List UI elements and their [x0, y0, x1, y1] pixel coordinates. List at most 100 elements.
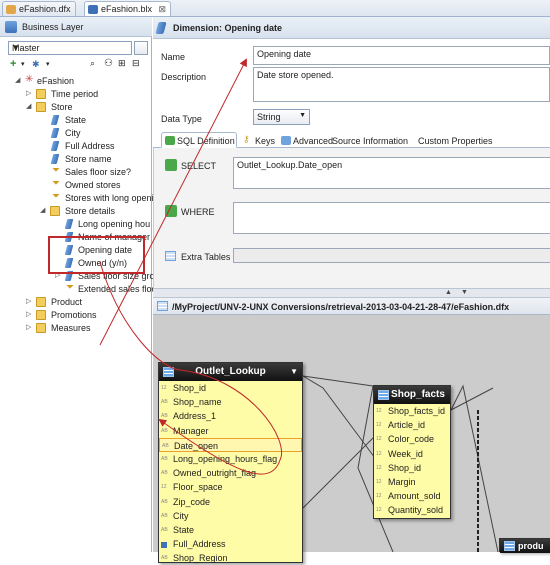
tree-item-label: State — [65, 115, 87, 125]
collapsed-arrow-icon[interactable]: ▷ — [26, 322, 34, 334]
dimension-icon — [50, 115, 60, 125]
collapsed-arrow-icon[interactable]: ▷ — [26, 296, 34, 308]
tab-custom-properties[interactable]: Custom Properties — [411, 132, 498, 148]
name-field[interactable]: Opening date — [253, 46, 550, 65]
column-name: City — [173, 510, 189, 521]
expand-icon[interactable]: ⊞ — [118, 58, 126, 69]
tab-label: Source Information — [332, 136, 409, 146]
select-label: SELECT — [181, 161, 217, 171]
selection-highlight — [48, 236, 145, 274]
column-row[interactable]: AB Manager — [159, 424, 302, 438]
table-produ[interactable]: produ — [499, 538, 550, 553]
universe-icon: ✳ — [25, 74, 34, 85]
extra-tables-field[interactable] — [233, 248, 550, 263]
column-row[interactable]: AB State — [159, 523, 302, 537]
layer-menu-button[interactable] — [134, 41, 148, 55]
table-shop-facts[interactable]: Shop_facts 12 Shop_facts_id 12 Article_id … — [373, 385, 451, 519]
tree-item-label: Store details — [65, 206, 116, 216]
column-row[interactable]: 12 Color_code — [374, 432, 450, 446]
close-icon[interactable]: ⊠ — [159, 4, 167, 14]
expanded-arrow-icon[interactable]: ◢ — [40, 205, 48, 217]
data-foundation-canvas[interactable]: /MyProject/UNV-2-UNX Conversions/retriev… — [153, 298, 550, 563]
column-row[interactable]: AB Zip_code — [159, 495, 302, 509]
tab-efashion-blx[interactable]: eFashion.blx ⊠ — [84, 1, 172, 16]
column-row[interactable]: AB City — [159, 509, 302, 523]
column-row[interactable]: AB Owned_outright_flag — [159, 466, 302, 480]
column-row[interactable]: 12 Quantity_sold — [374, 503, 450, 517]
sql-edit-icon[interactable] — [165, 205, 177, 217]
dimension-editor: Dimension: Opening date Name Opening dat… — [153, 17, 550, 563]
add-icon[interactable]: + — [10, 58, 16, 70]
column-row[interactable]: Full_Address — [159, 537, 302, 551]
column-name: Shop_facts_id — [388, 406, 446, 416]
chevron-down-icon[interactable]: ▼ — [290, 363, 298, 381]
column-row[interactable]: AB Shop_name — [159, 395, 302, 409]
column-name: State — [173, 524, 195, 535]
column-row[interactable]: 12 Shop_facts_id — [374, 404, 450, 418]
find-icon[interactable]: ⌕ — [90, 58, 95, 69]
column-row[interactable]: AB Address_1 — [159, 409, 302, 423]
editor-title: Dimension: Opening date — [173, 23, 283, 33]
column-row[interactable]: 12 Article_id — [374, 418, 450, 432]
sql-icon — [165, 136, 175, 145]
dimension-icon — [64, 219, 74, 229]
key-icon: ⚷ — [243, 134, 250, 144]
where-field[interactable] — [233, 202, 550, 234]
tree-item-label: Full Address — [65, 141, 115, 151]
tab-sql-definition[interactable]: SQL Definition — [161, 132, 237, 148]
column-row[interactable]: AB Long_opening_hours_flag — [159, 452, 302, 466]
column-row-highlighted[interactable]: AB Date_open — [159, 437, 302, 452]
definition-tabs: SQL Definition ⚷ Keys Advanced Source In… — [153, 132, 550, 148]
datatype-select[interactable]: String ▼ — [253, 109, 310, 125]
expanded-arrow-icon[interactable]: ◢ — [26, 101, 34, 113]
select-field[interactable]: Outlet_Lookup.Date_open — [233, 157, 550, 189]
folder-icon — [36, 89, 46, 99]
column-type: 12 — [376, 464, 382, 471]
column-name: Week_id — [388, 448, 423, 459]
sql-edit-icon[interactable] — [165, 159, 177, 171]
column-row[interactable]: 12 Shop_id — [159, 381, 302, 395]
filter-icon[interactable]: ✱ — [32, 59, 40, 70]
folder-icon — [36, 297, 46, 307]
column-row[interactable]: 12 Week_id — [374, 447, 450, 461]
binoculars-icon[interactable]: ⚇ — [104, 58, 113, 69]
column-row[interactable]: AB Shop_Region — [159, 551, 302, 565]
column-row[interactable]: 12 Amount_sold — [374, 489, 450, 503]
chevron-down-icon[interactable]: ▾ — [46, 60, 50, 68]
table-icon — [504, 541, 515, 551]
table-outlet-lookup[interactable]: Outlet_Lookup ▼ 12 Shop_id AB Shop_name AB… — [158, 362, 303, 563]
column-name: Long_opening_hours_flag — [173, 453, 278, 464]
advanced-icon — [281, 136, 291, 145]
chevron-down-icon[interactable]: ▾ — [21, 60, 25, 68]
datatype-label: Data Type — [161, 114, 202, 124]
arrow-up-icon[interactable]: ▲ — [445, 289, 452, 296]
layer-select[interactable]: Master ▼ — [8, 41, 132, 55]
column-row[interactable]: 12 Shop_id — [374, 461, 450, 475]
column-name: Shop_Region — [173, 553, 228, 564]
collapse-icon[interactable]: ⊟ — [132, 58, 140, 69]
tab-efashion-dfx[interactable]: eFashion.dfx — [2, 1, 76, 16]
column-name: Address_1 — [173, 411, 217, 422]
description-field[interactable]: Date store opened. — [253, 67, 550, 102]
column-row[interactable]: 12 Floor_space — [159, 480, 302, 494]
table-header: Shop_facts — [374, 386, 450, 404]
column-type: 12 — [376, 478, 382, 485]
filter-funnel-icon: ⏷ — [52, 165, 60, 176]
column-row[interactable]: 12 Margin — [374, 475, 450, 489]
chevron-down-icon[interactable]: ▼ — [12, 43, 20, 52]
collapsed-arrow-icon[interactable]: ▷ — [26, 309, 34, 321]
sql-definition-pane: SELECT Outlet_Lookup.Date_open WHERE Ext… — [153, 148, 550, 288]
arrow-down-icon[interactable]: ▼ — [461, 289, 468, 296]
column-name: Manager — [173, 425, 209, 436]
tab-source-information[interactable]: Source Information — [325, 132, 413, 148]
column-name: Date_open — [174, 440, 219, 451]
splitter[interactable]: ▲ ▼ — [153, 288, 550, 298]
column-name: Article_id — [388, 420, 426, 431]
column-name: Margin — [388, 476, 416, 487]
tab-keys[interactable]: ⚷ Keys — [239, 132, 280, 148]
panel-header: Business Layer — [0, 17, 152, 37]
tree-item-label: Measures — [51, 323, 91, 333]
tree-item-label: Sales floor size? — [65, 167, 132, 177]
expanded-arrow-icon[interactable]: ◢ — [15, 75, 23, 87]
collapsed-arrow-icon[interactable]: ▷ — [26, 88, 34, 100]
